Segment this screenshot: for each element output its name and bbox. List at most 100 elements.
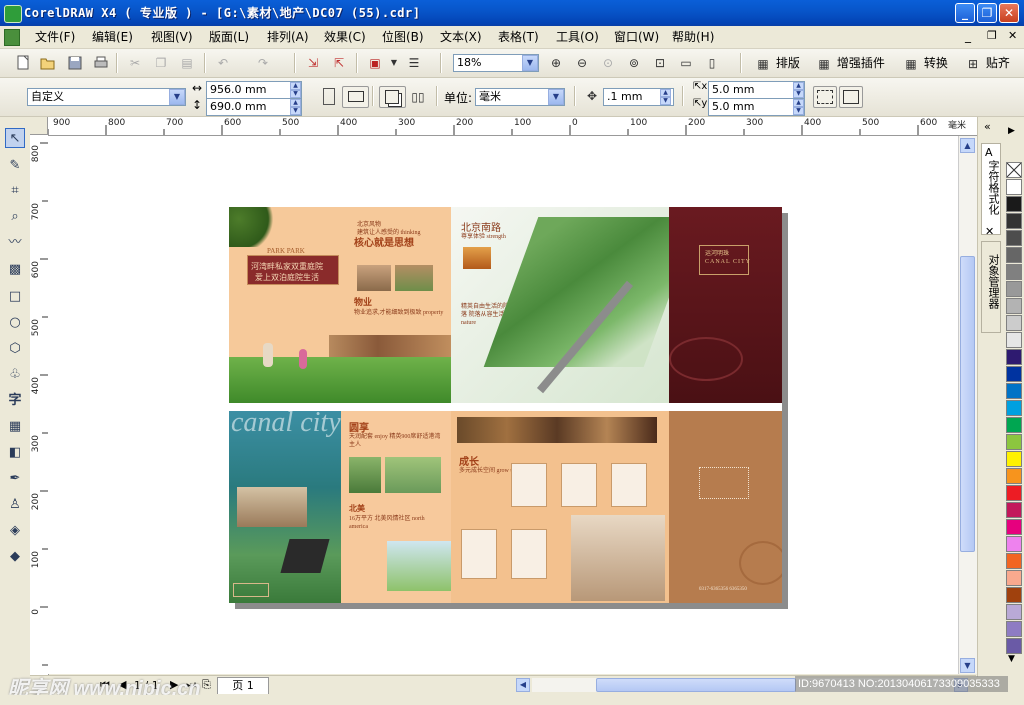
outline-tool-icon[interactable]: ♙ (5, 495, 25, 515)
zoom-out-icon[interactable]: ⊖ (573, 54, 591, 72)
paper-preset-select[interactable]: 自定义 (27, 88, 186, 106)
vertical-ruler[interactable]: 800 700 600 500 400 300 200 100 0 (30, 135, 49, 675)
scroll-left-icon[interactable]: ◀ (516, 678, 530, 692)
color-swatch[interactable] (1006, 264, 1022, 280)
all-pages-button[interactable] (379, 86, 406, 108)
treat-as-filled-button[interactable] (813, 86, 837, 108)
top-middle-panel[interactable]: 北京南路 尊享体验 strength 精英自由生活的院落 院落从容生活 natu… (451, 207, 669, 403)
copy-icon[interactable]: ❐ (152, 54, 170, 72)
doc-close-button[interactable]: ✕ (1008, 29, 1017, 42)
top-right-cover[interactable]: 运河明珠 CANAL CITY (669, 207, 782, 403)
color-swatch[interactable] (1006, 383, 1022, 399)
zoom-selected-icon[interactable]: ⊙ (599, 54, 617, 72)
top-left-panel[interactable]: PARK PARK 河湾畔私家双重庭院 爱上双泊庭院生活 北京风物 建筑让人感受… (229, 207, 451, 403)
application-launcher-icon[interactable]: ▣ (366, 54, 384, 72)
basic-shapes-tool-icon[interactable]: ♧ (5, 365, 25, 385)
menu-file[interactable]: 文件(F) (33, 29, 77, 45)
menu-table[interactable]: 表格(T) (496, 29, 541, 45)
spin-down-icon[interactable]: ▼ (290, 90, 301, 98)
layout-plugin-button[interactable]: ▦ 排版 (754, 54, 800, 72)
vertical-scrollbar[interactable]: ▲ ▼ (958, 136, 977, 674)
no-fill-swatch[interactable] (1006, 162, 1022, 178)
export-icon[interactable]: ⇱ (330, 54, 348, 72)
color-swatch[interactable] (1006, 638, 1022, 654)
color-swatch[interactable] (1006, 468, 1022, 484)
bottom-left-panel[interactable]: canal city (229, 411, 341, 603)
spin-down-icon[interactable]: ▼ (793, 107, 804, 115)
ellipse-tool-icon[interactable]: ○ (5, 313, 25, 333)
color-swatch[interactable] (1006, 179, 1022, 195)
chevron-down-icon[interactable]: ▼ (522, 55, 538, 71)
spin-up-icon[interactable]: ▲ (793, 99, 804, 107)
menu-edit[interactable]: 编辑(E) (90, 29, 135, 45)
add-page-icon[interactable]: ⎘ (202, 678, 211, 692)
redo-icon[interactable]: ↷ (254, 54, 272, 72)
import-icon[interactable]: ⇲ (304, 54, 322, 72)
zoom-in-icon[interactable]: ⊕ (547, 54, 565, 72)
interactive-fill-tool-icon[interactable]: ◆ (5, 547, 25, 567)
color-swatch[interactable] (1006, 604, 1022, 620)
shape-tool-icon[interactable]: ✎ (5, 156, 25, 176)
doc-minimize-button[interactable]: _ (965, 29, 971, 43)
menu-tools[interactable]: 工具(O) (554, 29, 601, 45)
fill-tool-icon[interactable]: ◈ (5, 521, 25, 541)
page-width-field[interactable]: 956.0 mm (206, 81, 302, 99)
chevron-down-icon[interactable]: ▼ (548, 89, 564, 105)
spin-down-icon[interactable]: ▼ (660, 97, 671, 105)
polygon-tool-icon[interactable]: ⬡ (5, 339, 25, 359)
menu-view[interactable]: 视图(V) (149, 29, 195, 45)
duplicate-distance-y-field[interactable]: 5.0 mm (708, 98, 805, 116)
rectangle-tool-icon[interactable]: □ (5, 287, 25, 307)
open-folder-icon[interactable] (39, 54, 57, 72)
menu-layout[interactable]: 版面(L) (207, 29, 251, 45)
color-swatch[interactable] (1006, 570, 1022, 586)
color-swatch[interactable] (1006, 400, 1022, 416)
bottom-right-panel[interactable]: 0317-6365356 6365350 (669, 411, 782, 603)
scroll-down-icon[interactable]: ▼ (960, 658, 975, 673)
smart-fill-tool-icon[interactable]: ▩ (5, 260, 25, 280)
zoom-tool-icon[interactable]: ⌕ (5, 207, 25, 227)
new-document-icon[interactable] (14, 54, 32, 72)
color-swatch[interactable] (1006, 621, 1022, 637)
coreldraw-app-icon[interactable] (4, 5, 22, 23)
pick-tool-icon[interactable]: ↖ (5, 128, 25, 148)
color-swatch[interactable] (1006, 298, 1022, 314)
color-swatch[interactable] (1006, 553, 1022, 569)
color-swatch[interactable] (1006, 349, 1022, 365)
color-swatch[interactable] (1006, 366, 1022, 382)
save-icon[interactable] (66, 54, 84, 72)
snap-plugin-button[interactable]: ⊞ 贴齐 (964, 54, 1010, 72)
horizontal-ruler[interactable]: 900 800 700 600 500 400 300 200 100 0 10… (48, 117, 978, 136)
eyedropper-tool-icon[interactable]: ✒ (5, 469, 25, 489)
menu-help[interactable]: 帮助(H) (670, 29, 716, 45)
enhance-plugin-button[interactable]: ▦ 增强插件 (815, 54, 885, 72)
color-swatch[interactable] (1006, 536, 1022, 552)
close-button[interactable]: ✕ (999, 3, 1019, 23)
ruler-origin-corner[interactable] (30, 117, 48, 135)
welcome-screen-icon[interactable]: ☰ (405, 54, 423, 72)
menu-arrange[interactable]: 排列(A) (265, 29, 311, 45)
spin-down-icon[interactable]: ▼ (290, 107, 301, 115)
color-swatch[interactable] (1006, 230, 1022, 246)
collapse-docker-icon[interactable]: « (984, 120, 991, 133)
table-tool-icon[interactable]: ▦ (5, 417, 25, 437)
docker-tab-character-formatting[interactable]: 字符格式化 A (981, 143, 1001, 235)
snap-to-objects-button[interactable] (839, 86, 863, 108)
vertical-scroll-thumb[interactable] (960, 256, 975, 552)
color-swatch[interactable] (1006, 196, 1022, 212)
brochure-page[interactable]: PARK PARK 河湾畔私家双重庭院 爱上双泊庭院生活 北京风物 建筑让人感受… (229, 207, 782, 603)
color-swatch[interactable] (1006, 434, 1022, 450)
spin-up-icon[interactable]: ▲ (793, 82, 804, 90)
current-page-icon[interactable]: ▯▯ (409, 88, 427, 106)
title-bar[interactable]: CorelDRAW X4 ( 专业版 ) - [G:\素材\地产\DC07 (5… (0, 0, 1024, 26)
palette-scroll-up-icon[interactable]: ▶ (1008, 126, 1015, 136)
bottom-middle-left-panel[interactable]: 圆享 天润配套 enjoy 精英900席舒适港湾主人 北美 16万平方 北美风情… (341, 411, 451, 603)
portrait-icon[interactable] (323, 88, 335, 105)
duplicate-distance-x-field[interactable]: 5.0 mm (708, 81, 805, 99)
zoom-page-icon[interactable]: ⊡ (651, 54, 669, 72)
color-swatch[interactable] (1006, 485, 1022, 501)
palette-scroll-down-icon[interactable]: ▼ (1008, 654, 1015, 664)
color-swatch[interactable] (1006, 281, 1022, 297)
color-swatch[interactable] (1006, 587, 1022, 603)
scroll-up-icon[interactable]: ▲ (960, 138, 975, 153)
